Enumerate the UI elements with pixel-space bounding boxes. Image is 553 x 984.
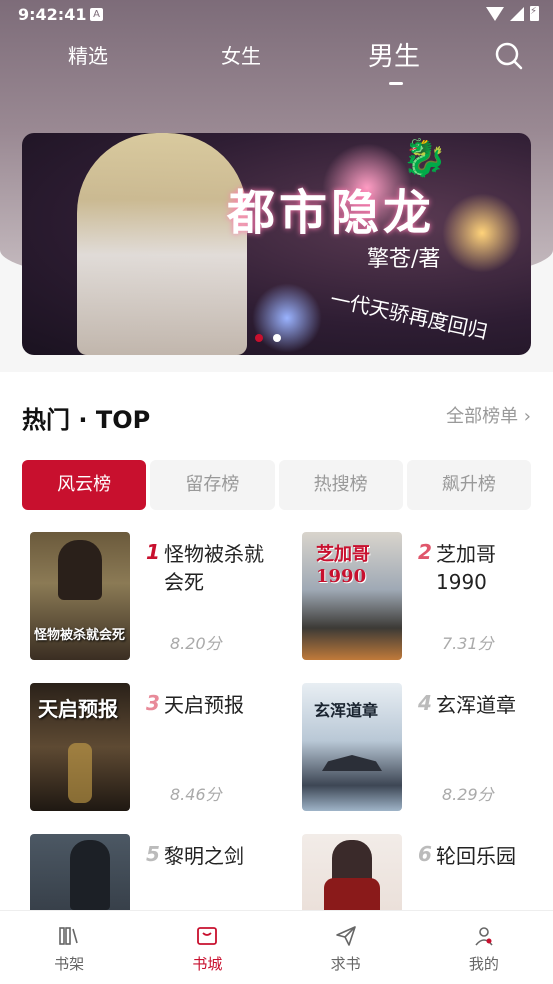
nav-label: 求书 [330, 955, 361, 973]
wifi-icon [486, 6, 504, 21]
book-title[interactable]: 芝加哥1990 [436, 540, 536, 596]
status-bar: 9:42:41 A [0, 0, 553, 30]
firework-decoration [442, 193, 522, 273]
book-title[interactable]: 天启预报 [164, 691, 264, 719]
banner-title: 都市隐龙 [227, 185, 436, 241]
cover-temple [322, 755, 382, 771]
nav-bookstore[interactable]: 书城 [138, 911, 276, 984]
cover-figure [58, 540, 102, 600]
banner-pagination [255, 334, 281, 342]
cover-title: 玄浑道章 [314, 701, 379, 720]
rank-number: 4 [418, 691, 432, 715]
book-cover[interactable]: 芝加哥1990 [302, 532, 402, 660]
nav-label: 我的 [468, 955, 499, 973]
paper-plane-icon [335, 926, 356, 946]
cover-title: 芝加哥1990 [316, 544, 370, 587]
book-score: 8.46分 [170, 785, 222, 804]
firework-decoration [252, 283, 322, 353]
book-title[interactable]: 怪物被杀就会死 [164, 540, 264, 596]
banner-author: 擎苍/著 [367, 247, 441, 272]
tab-female[interactable]: 女生 [221, 40, 261, 69]
rank-number: 1 [146, 540, 160, 564]
rank-number: 5 [146, 842, 160, 866]
book-title[interactable]: 黎明之剑 [164, 842, 264, 870]
bookstore-icon [197, 927, 218, 945]
signal-icon [510, 6, 524, 21]
nav-bookshelf[interactable]: 书架 [0, 911, 138, 984]
section-title: 热门 · TOP [22, 406, 151, 434]
banner-character-image [77, 133, 247, 355]
promo-banner[interactable]: 🐉 都市隐龙 擎苍/著 一代天骄再度回归 [22, 133, 531, 355]
tab-featured[interactable]: 精选 [68, 40, 108, 69]
status-time: 9:42:41 [18, 5, 87, 24]
nav-profile[interactable]: 我的 [415, 911, 553, 984]
book-score: 8.29分 [442, 785, 494, 804]
banner-dot[interactable] [273, 334, 281, 342]
cover-title: 怪物被杀就会死 [34, 628, 126, 643]
cover-title: 天启预报 [38, 697, 118, 721]
nav-label: 书架 [54, 955, 85, 973]
banner-dot[interactable] [255, 334, 263, 342]
top-tabs: 精选 女生 男生 [0, 40, 553, 85]
book-title[interactable]: 轮回乐园 [436, 842, 536, 870]
book-item[interactable]: 怪物被杀就会死 1 怪物被杀就会死 8.20分 [30, 532, 270, 662]
book-score: 7.31分 [442, 634, 494, 653]
tab-indicator [389, 82, 403, 85]
status-icons [486, 6, 539, 21]
search-icon[interactable] [495, 42, 523, 70]
hot-top-section: 热门 · TOP 全部榜单 › 风云榜 留存榜 热搜榜 飙升榜 怪物被杀就会死 … [0, 372, 553, 962]
rank-number: 6 [418, 842, 432, 866]
bottom-nav: 书架 书城 求书 我的 [0, 910, 553, 984]
book-cover[interactable]: 怪物被杀就会死 [30, 532, 130, 660]
nav-request-book[interactable]: 求书 [277, 911, 415, 984]
notification-badge-icon: A [90, 8, 103, 21]
all-rankings-link[interactable]: 全部榜单 › [446, 402, 531, 428]
book-item[interactable]: 天启预报 3 天启预报 8.46分 [30, 683, 270, 813]
book-item[interactable]: 芝加哥1990 2 芝加哥1990 7.31分 [302, 532, 542, 662]
profile-icon [475, 927, 493, 946]
book-title[interactable]: 玄浑道章 [436, 691, 536, 719]
rank-tab-fengyun[interactable]: 风云榜 [22, 460, 147, 510]
book-cover[interactable]: 玄浑道章 [302, 683, 402, 811]
banner-tagline: 一代天骄再度回归 [328, 286, 490, 344]
cover-figure [70, 840, 110, 910]
rank-tab-hot-search[interactable]: 热搜榜 [278, 460, 403, 510]
rank-tab-retention[interactable]: 留存榜 [150, 460, 275, 510]
bookshelf-icon [59, 927, 78, 945]
rank-tabs: 风云榜 留存榜 热搜榜 飙升榜 [22, 460, 531, 510]
nav-label: 书城 [192, 955, 223, 973]
rank-number: 3 [146, 691, 160, 715]
battery-icon [530, 6, 539, 21]
cover-figure [68, 743, 92, 803]
book-cover[interactable]: 天启预报 [30, 683, 130, 811]
book-score: 8.20分 [170, 634, 222, 653]
rank-number: 2 [418, 540, 432, 564]
rank-tab-rising[interactable]: 飙升榜 [406, 460, 531, 510]
tab-male[interactable]: 男生 [368, 36, 420, 73]
book-item[interactable]: 玄浑道章 4 玄浑道章 8.29分 [302, 683, 542, 813]
